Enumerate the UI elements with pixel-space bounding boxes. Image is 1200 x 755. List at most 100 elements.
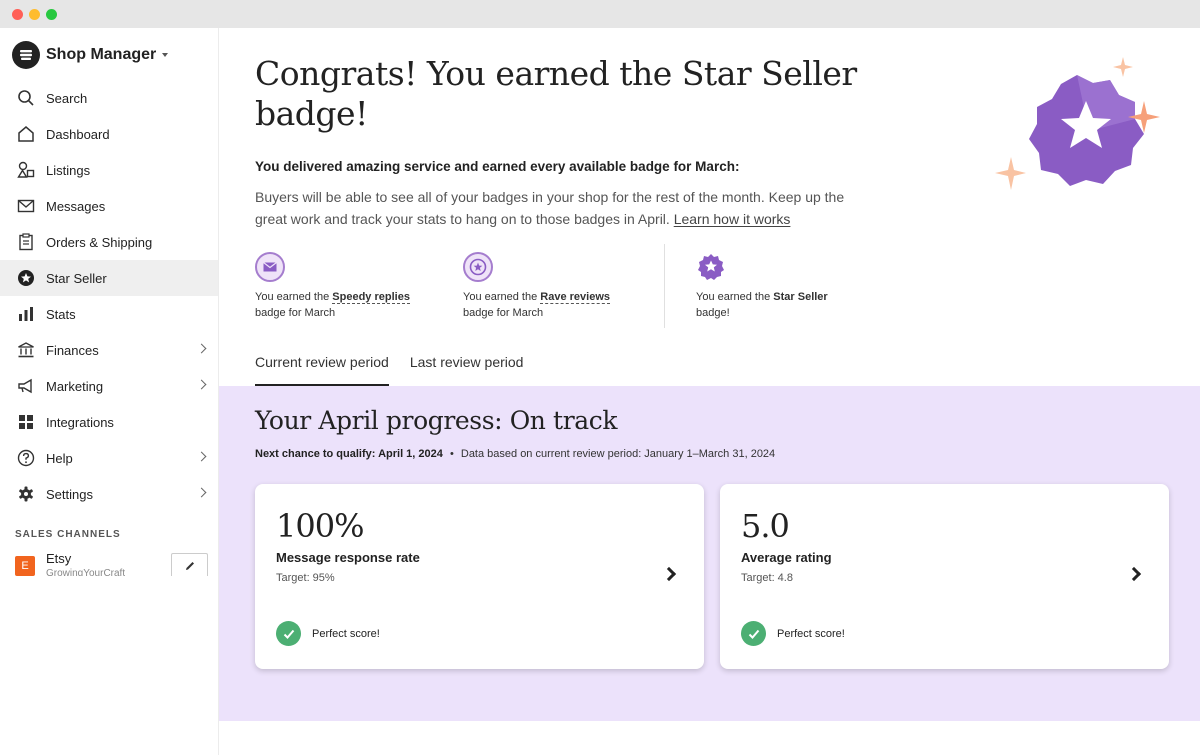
star-seller-icon xyxy=(696,252,726,282)
app-title: Shop Manager xyxy=(46,46,157,63)
metric-status: Perfect score! xyxy=(312,628,380,640)
tab-current-review-period[interactable]: Current review period xyxy=(255,354,389,386)
pencil-icon xyxy=(185,561,194,570)
bar-chart-icon xyxy=(16,304,36,324)
star-badge-icon xyxy=(16,268,36,288)
sidebar-item-label: Stats xyxy=(46,306,76,322)
question-icon xyxy=(16,448,36,468)
checkmark-icon xyxy=(741,621,766,646)
metric-value: 100% xyxy=(276,507,364,545)
chevron-right-icon xyxy=(196,451,207,462)
metric-status: Perfect score! xyxy=(777,628,845,640)
sidebar-item-label: Star Seller xyxy=(46,270,107,286)
sidebar-item-integrations[interactable]: Integrations xyxy=(0,404,219,440)
progress-panel: Your April progress: On track Next chanc… xyxy=(219,386,1200,721)
channel-name: Etsy xyxy=(46,551,72,566)
sidebar-item-search[interactable]: Search xyxy=(0,80,219,116)
shop-manager-menu[interactable]: Shop Manager xyxy=(12,41,169,69)
earned-badge-rave-reviews: You earned the Rave reviews badge for Ma… xyxy=(463,252,610,321)
hero-description: Buyers will be able to see all of your b… xyxy=(255,186,875,230)
star-badge-icon xyxy=(463,252,493,282)
search-icon xyxy=(16,88,36,108)
sidebar: Shop Manager Search Dashboard Listings M… xyxy=(0,28,219,755)
window-titlebar xyxy=(0,0,1200,28)
edit-channel-button[interactable] xyxy=(171,553,208,577)
sidebar-nav: Shop Manager Search Dashboard Listings M… xyxy=(0,28,219,577)
sidebar-item-dashboard[interactable]: Dashboard xyxy=(0,116,219,152)
sidebar-item-orders-shipping[interactable]: Orders & Shipping xyxy=(0,224,219,260)
envelope-badge-icon xyxy=(255,252,285,282)
star-seller-badge-illustration xyxy=(995,57,1160,190)
data-range-note: Data based on current review period: Jan… xyxy=(460,448,776,460)
sidebar-item-messages[interactable]: Messages xyxy=(0,188,219,224)
envelope-icon xyxy=(16,196,36,216)
average-rating-card[interactable]: 5.0 Average rating Target: 4.8 Perfect s… xyxy=(720,484,1169,669)
hero-subtitle: You delivered amazing service and earned… xyxy=(255,159,740,174)
etsy-logo-icon: E xyxy=(15,556,35,576)
shop-logo-icon xyxy=(12,41,40,69)
channel-shop-name: GrowingYourCraft xyxy=(46,568,126,576)
earned-badge-speedy-replies: You earned the Speedy replies badge for … xyxy=(255,252,410,321)
gear-icon xyxy=(16,484,36,504)
chevron-right-icon xyxy=(196,487,207,498)
chevron-right-icon xyxy=(196,379,207,390)
sidebar-item-marketing[interactable]: Marketing xyxy=(0,368,219,404)
sidebar-item-label: Search xyxy=(46,90,88,106)
sidebar-item-label: Marketing xyxy=(46,378,104,394)
grid-icon xyxy=(16,412,36,432)
badge-text: You earned the Speedy replies badge for … xyxy=(255,291,410,319)
close-window-button[interactable] xyxy=(12,9,23,20)
metric-label: Message response rate xyxy=(276,550,420,565)
home-icon xyxy=(16,124,36,144)
checkmark-icon xyxy=(276,621,301,646)
next-chance-date: Next chance to qualify: April 1, 2024 xyxy=(255,448,443,460)
sales-channels-heading: SALES CHANNELS xyxy=(15,529,121,540)
sidebar-item-label: Settings xyxy=(46,486,93,502)
meta-separator: • xyxy=(449,448,454,460)
metric-target: Target: 4.8 xyxy=(741,572,793,584)
sidebar-item-help[interactable]: Help xyxy=(0,440,219,476)
main-content: Congrats! You earned the Star Seller bad… xyxy=(219,28,1200,755)
sidebar-item-stats[interactable]: Stats xyxy=(0,296,219,332)
metric-target: Target: 95% xyxy=(276,572,335,584)
progress-meta: Next chance to qualify: April 1, 2024 • … xyxy=(255,448,775,460)
review-period-tabs: Current review period Last review period xyxy=(255,354,544,386)
metric-label: Average rating xyxy=(741,550,832,565)
megaphone-icon xyxy=(16,376,36,396)
sidebar-item-label: Integrations xyxy=(46,414,114,430)
badge-text: You earned the Rave reviews badge for Ma… xyxy=(463,291,610,319)
chevron-down-icon xyxy=(162,53,169,57)
chevron-right-icon[interactable] xyxy=(661,566,677,582)
badge-text: You earned the Star Seller badge! xyxy=(696,291,828,319)
sidebar-item-listings[interactable]: Listings xyxy=(0,152,219,188)
zoom-window-button[interactable] xyxy=(46,9,57,20)
clipboard-icon xyxy=(16,232,36,252)
sidebar-item-label: Help xyxy=(46,450,73,466)
badge-name: Star Seller xyxy=(773,291,828,303)
sidebar-item-label: Messages xyxy=(46,198,106,214)
sidebar-item-label: Dashboard xyxy=(46,126,110,142)
learn-how-link[interactable]: Learn how it works xyxy=(674,211,791,227)
sales-channel-etsy[interactable]: E Etsy GrowingYourCraft xyxy=(15,549,210,577)
page-title: Congrats! You earned the Star Seller bad… xyxy=(255,54,857,133)
sidebar-item-label: Orders & Shipping xyxy=(46,234,153,250)
earned-badge-star-seller: You earned the Star Seller badge! xyxy=(696,252,828,321)
sidebar-item-label: Listings xyxy=(46,162,91,178)
chevron-right-icon xyxy=(196,343,207,354)
progress-title: Your April progress: On track xyxy=(255,406,618,435)
sidebar-item-star-seller[interactable]: Star Seller xyxy=(0,260,219,296)
chevron-right-icon[interactable] xyxy=(1126,566,1142,582)
shapes-icon xyxy=(16,160,36,180)
tab-last-review-period[interactable]: Last review period xyxy=(410,354,524,386)
sidebar-item-label: Finances xyxy=(46,342,99,358)
badge-name[interactable]: Speedy replies xyxy=(332,291,410,304)
badge-divider xyxy=(664,244,665,328)
message-response-card[interactable]: 100% Message response rate Target: 95% P… xyxy=(255,484,704,669)
sidebar-item-finances[interactable]: Finances xyxy=(0,332,219,368)
sidebar-footer xyxy=(0,576,219,755)
minimize-window-button[interactable] xyxy=(29,9,40,20)
bank-icon xyxy=(16,340,36,360)
sidebar-item-settings[interactable]: Settings xyxy=(0,476,219,512)
metric-value: 5.0 xyxy=(741,507,790,545)
badge-name[interactable]: Rave reviews xyxy=(540,291,610,304)
